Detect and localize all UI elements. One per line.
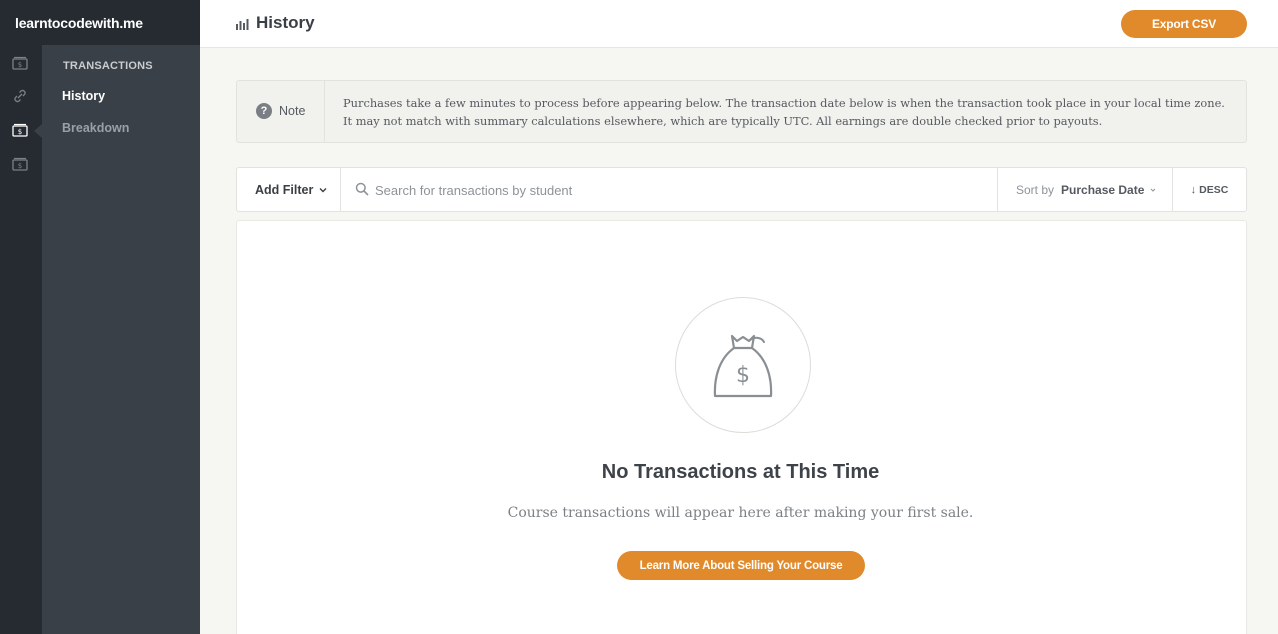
page-title: History <box>256 13 315 32</box>
note-label: Note <box>279 104 306 118</box>
sort-dropdown[interactable]: Sort by Purchase Date <box>997 168 1173 211</box>
filter-bar: Add Filter Sort by Purchase Date ↓ DESC <box>236 167 1247 212</box>
money-icon[interactable]: $ <box>11 157 29 171</box>
sidebar: TRANSACTIONS History Breakdown <box>42 45 200 634</box>
note-header: ? Note <box>237 81 325 142</box>
money-icon[interactable]: $ <box>11 123 29 137</box>
sort-value: Purchase Date <box>1061 182 1145 197</box>
sort-order-toggle[interactable]: ↓ DESC <box>1173 168 1246 211</box>
chevron-down-icon <box>1151 188 1156 192</box>
sidebar-heading: TRANSACTIONS <box>63 60 153 72</box>
svg-text:$: $ <box>18 162 22 170</box>
search-icon <box>355 182 369 196</box>
add-filter-button[interactable]: Add Filter <box>237 168 341 211</box>
brand-bar: learntocodewith.me <box>0 0 200 45</box>
empty-state-subtitle: Course transactions will appear here aft… <box>507 505 974 521</box>
page-header: History Export CSV <box>200 0 1278 48</box>
sidebar-item-history[interactable]: History <box>62 89 105 103</box>
sort-label: Sort by <box>1016 182 1055 197</box>
link-icon[interactable] <box>11 89 29 103</box>
add-filter-label: Add Filter <box>255 182 314 197</box>
svg-text:$: $ <box>18 61 22 69</box>
bar-chart-icon <box>236 19 249 30</box>
empty-state-title: No Transactions at This Time <box>601 461 880 483</box>
svg-text:$: $ <box>736 363 750 388</box>
svg-text:$: $ <box>18 128 22 136</box>
search-input[interactable] <box>375 176 975 204</box>
brand-logo[interactable]: learntocodewith.me <box>15 15 143 31</box>
learn-more-button[interactable]: Learn More About Selling Your Course <box>617 551 865 580</box>
money-bag-icon-circle: $ <box>675 297 811 433</box>
note-text: Purchases take a few minutes to process … <box>343 96 1225 128</box>
question-icon: ? <box>256 103 272 119</box>
export-csv-button[interactable]: Export CSV <box>1121 10 1247 38</box>
chevron-down-icon <box>319 187 327 192</box>
arrow-down-icon: ↓ <box>1190 183 1197 196</box>
sidebar-item-breakdown[interactable]: Breakdown <box>62 121 129 135</box>
note-panel: ? Note Purchases take a few minutes to p… <box>236 80 1247 143</box>
money-bag-icon: $ <box>713 334 773 398</box>
sort-order-label: DESC <box>1199 183 1229 196</box>
empty-state: $ No Transactions at This Time Course tr… <box>236 220 1247 634</box>
active-indicator <box>34 124 42 138</box>
money-icon[interactable]: $ <box>11 56 29 70</box>
